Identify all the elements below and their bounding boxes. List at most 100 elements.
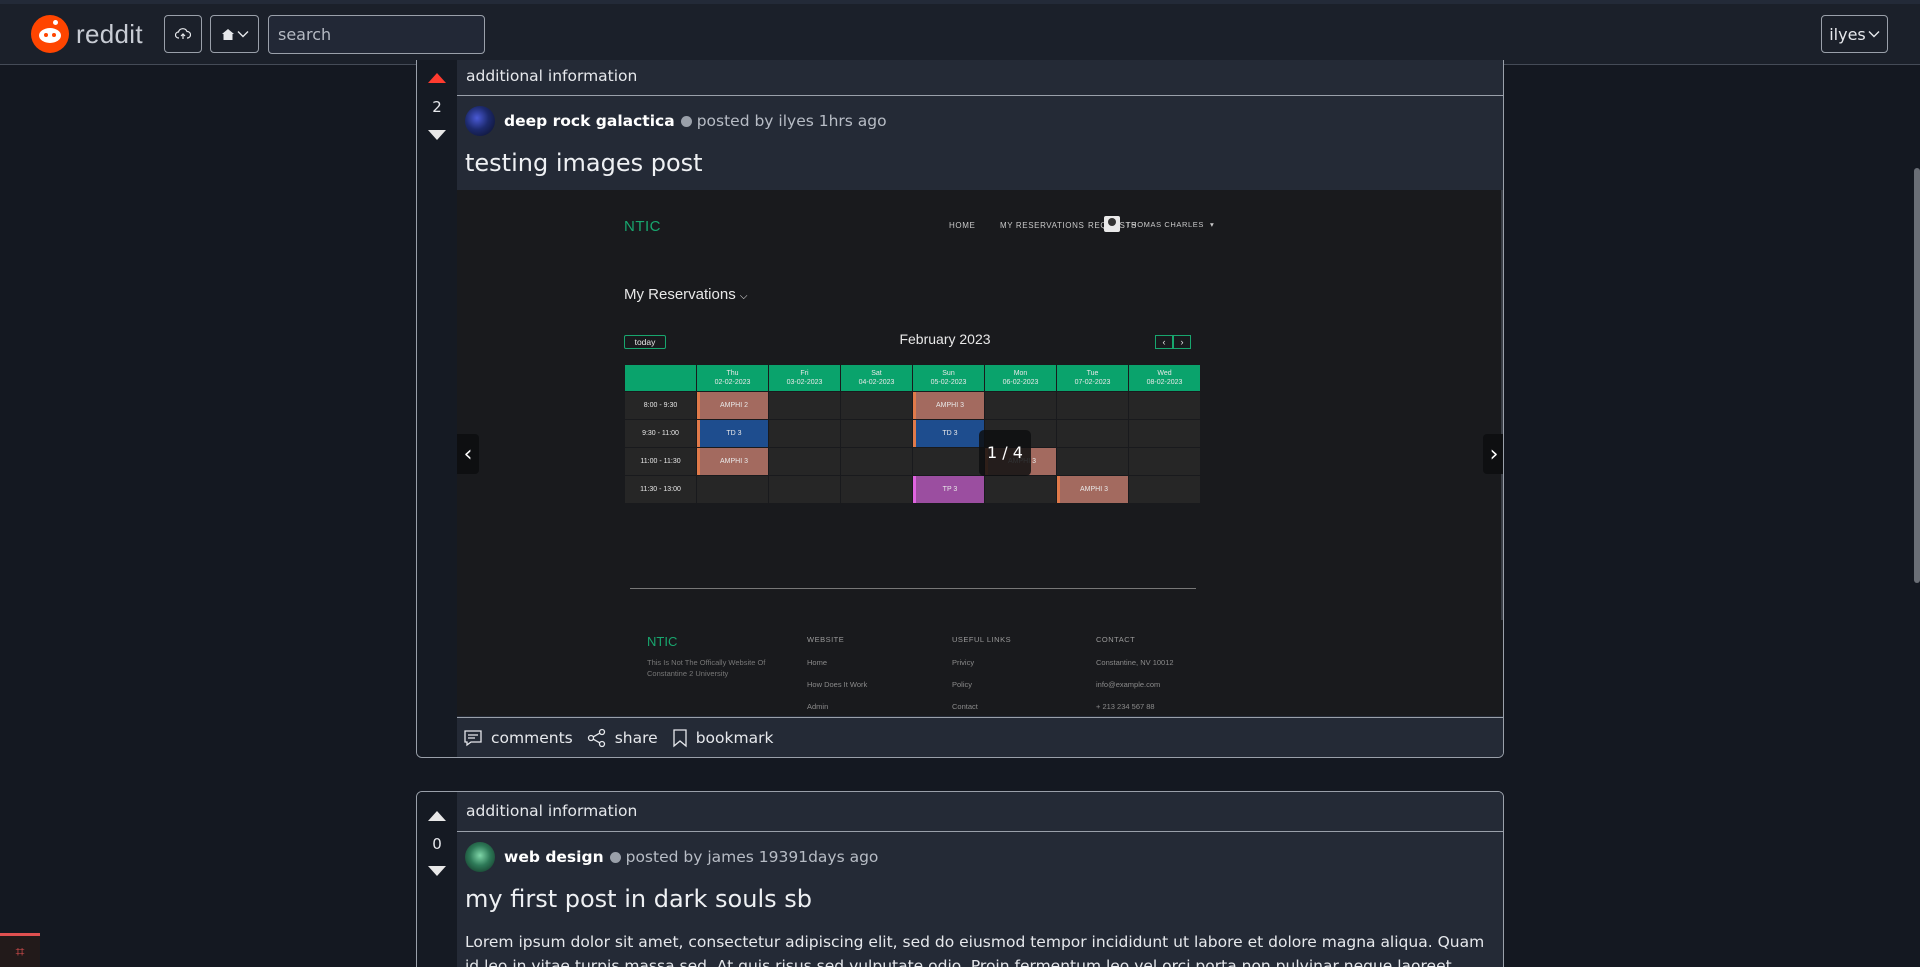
chevron-right-icon: ›: [1173, 335, 1191, 349]
upload-button[interactable]: [164, 15, 202, 53]
post-meta: web design posted by james 19391days ago: [457, 832, 1503, 882]
vote-column: 0: [417, 792, 457, 967]
footer-link: How Does It Work: [807, 680, 868, 689]
upvote-icon[interactable]: [428, 73, 446, 83]
footer-logo: NTIC: [647, 634, 678, 649]
comments-button[interactable]: comments: [463, 729, 573, 747]
footer-link: Home: [807, 658, 828, 667]
post-content: additional information web design posted…: [457, 792, 1503, 967]
month-label: February 2023: [899, 331, 991, 347]
footer-about: This Is Not The Offically Website Of Con…: [647, 658, 766, 678]
page-scrollbar[interactable]: [1914, 168, 1920, 583]
score-label: 0: [432, 835, 442, 853]
gallery-image: NTIC HOME MY RESERVATIONS REQUESTS THOMA…: [620, 190, 1330, 716]
username-label: ilyes: [1829, 24, 1866, 44]
footer-link: Policy: [952, 680, 973, 689]
empty-slot: [1129, 392, 1200, 419]
post-title[interactable]: my first post in dark souls sb: [457, 882, 1503, 924]
empty-slot: [697, 476, 768, 503]
cloud-upload-icon: [175, 28, 191, 39]
chevron-down-icon: [1868, 31, 1880, 38]
laravel-debugbar-icon[interactable]: ⌗: [0, 933, 40, 967]
footer-contact-title: CONTACT: [1096, 635, 1136, 644]
upvote-icon[interactable]: [428, 811, 446, 821]
post-body: Lorem ipsum dolor sit amet, consectetur …: [465, 933, 1485, 967]
additional-info-header[interactable]: additional information: [457, 60, 1503, 96]
community-link[interactable]: web design: [504, 848, 604, 866]
reservation-event: TD 3: [697, 420, 768, 447]
chevron-down-icon: [237, 31, 248, 38]
chevron-right-icon: ›: [1489, 441, 1499, 467]
ntic-user-name: THOMAS CHARLES: [1126, 219, 1204, 229]
post-actions: comments share bookmark: [457, 717, 1503, 757]
posted-by: posted by ilyes 1hrs ago: [696, 112, 887, 130]
downvote-icon[interactable]: [428, 130, 446, 140]
share-icon: [587, 728, 605, 747]
footer-contact: Constantine, NV 10012: [1096, 658, 1174, 667]
community-avatar[interactable]: [465, 106, 495, 136]
posted-by: posted by james 19391days ago: [625, 848, 879, 866]
calendar-nav: ‹ ›: [1155, 335, 1191, 349]
post-title[interactable]: testing images post: [457, 146, 1503, 188]
share-button[interactable]: share: [587, 728, 658, 748]
reservation-event: AMPHI 3: [913, 392, 984, 419]
comment-icon: [464, 729, 482, 746]
ntic-logo: NTIC: [624, 218, 661, 235]
reddit-logo[interactable]: reddit: [31, 15, 143, 53]
footer-website-title: WEBSITE: [807, 635, 845, 644]
calendar-day-header: Tue 07-02-2023: [1057, 365, 1128, 391]
reservation-event: AMPHI 3: [1057, 476, 1128, 503]
empty-slot: [1129, 448, 1200, 475]
calendar-corner: [625, 365, 696, 391]
footer-link: Admin: [807, 702, 829, 711]
score-label: 2: [432, 98, 442, 116]
empty-slot: [913, 448, 984, 475]
time-slot: 11:30 - 13:00: [625, 476, 696, 503]
top-navbar: reddit ilyes: [0, 0, 1920, 65]
user-avatar-icon: [1104, 216, 1120, 232]
ntic-user: THOMAS CHARLES ▾: [1104, 216, 1214, 232]
gallery-prev-button[interactable]: ‹: [457, 434, 479, 474]
footer-contact: + 213 234 567 88: [1096, 702, 1155, 711]
calendar-day-header: Fri 03-02-2023: [769, 365, 840, 391]
community-link[interactable]: deep rock galactica: [504, 112, 675, 130]
bookmark-icon: [673, 728, 687, 747]
reservation-event: AMPHI 3: [697, 448, 768, 475]
empty-slot: [841, 476, 912, 503]
gallery-next-button[interactable]: ›: [1483, 434, 1503, 474]
reservation-event: TP 3: [913, 476, 984, 503]
footer-link: Privicy: [952, 658, 975, 667]
empty-slot: [769, 448, 840, 475]
today-button: today: [624, 335, 666, 349]
home-dropdown[interactable]: [210, 15, 259, 53]
empty-slot: [1057, 392, 1128, 419]
empty-slot: [769, 392, 840, 419]
empty-slot: [769, 420, 840, 447]
gallery-scrollbar[interactable]: [1501, 190, 1503, 620]
comments-label: comments: [491, 728, 573, 747]
search-input[interactable]: [268, 15, 485, 54]
reddit-logo-icon: [31, 15, 69, 53]
reservation-event: TD 3: [913, 420, 984, 447]
reservation-event: AMPHI 2: [697, 392, 768, 419]
community-avatar[interactable]: [465, 842, 495, 872]
chevron-left-icon: ‹: [1155, 335, 1173, 349]
footer-divider: [630, 588, 1196, 589]
empty-slot: [1129, 420, 1200, 447]
calendar-day-header: Mon 06-02-2023: [985, 365, 1056, 391]
bookmark-button[interactable]: bookmark: [672, 728, 774, 748]
empty-slot: [841, 448, 912, 475]
bookmark-label: bookmark: [695, 728, 774, 747]
share-label: share: [614, 728, 658, 747]
calendar-table: Thu 02-02-2023 Fri 03-02-2023 Sat 04-02-2023 S…: [624, 364, 1201, 504]
image-gallery[interactable]: NTIC HOME MY RESERVATIONS REQUESTS THOMA…: [457, 190, 1503, 716]
user-menu-button[interactable]: ilyes: [1821, 15, 1888, 53]
calendar-day-header: Sun 05-02-2023: [913, 365, 984, 391]
additional-info-header[interactable]: additional information: [457, 792, 1503, 832]
empty-slot: [841, 392, 912, 419]
post-content: additional information deep rock galacti…: [457, 60, 1503, 757]
ntic-nav-home: HOME: [949, 221, 976, 230]
post-card: 2 additional information deep rock galac…: [416, 60, 1504, 758]
downvote-icon[interactable]: [428, 866, 446, 876]
post-card: 0 additional information web design post…: [416, 791, 1504, 967]
